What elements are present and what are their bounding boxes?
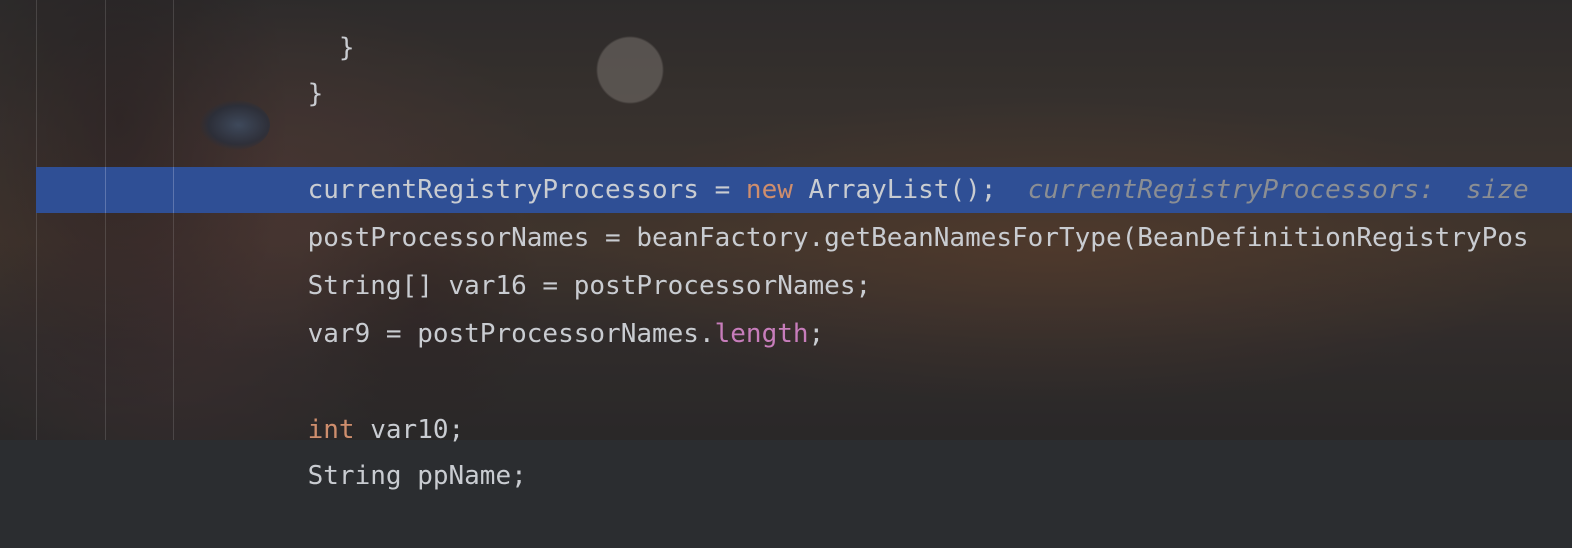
- gutter-guide-line: [36, 0, 37, 440]
- code-line-ppname[interactable]: String ppName;: [245, 404, 527, 491]
- code-line-var10[interactable]: int var10;: [245, 358, 465, 445]
- code-line-registry[interactable]: currentRegistryProcessors = new ArrayLis…: [245, 118, 1529, 205]
- code-line-brace-inner[interactable]: }: [245, 0, 355, 63]
- gutter-guide-line: [173, 0, 174, 440]
- code-token: String ppName;: [307, 461, 527, 491]
- current-line-gutter-separator: [105, 167, 106, 213]
- code-line-current[interactable]: postProcessorNames = beanFactory.getBean…: [245, 166, 1529, 253]
- code-line-var9[interactable]: var9 = postProcessorNames.length;: [245, 262, 825, 349]
- code-line-var16[interactable]: String[] var16 = postProcessorNames;: [245, 214, 872, 301]
- gutter-guide-line: [105, 0, 106, 440]
- code-token: var9 = postProcessorNames.: [307, 319, 715, 349]
- code-token: ;: [808, 319, 825, 349]
- current-line-gutter-separator: [173, 167, 174, 213]
- code-line-brace-outer[interactable]: }: [245, 22, 324, 109]
- code-token: }: [307, 79, 324, 109]
- field-token: length: [714, 319, 809, 349]
